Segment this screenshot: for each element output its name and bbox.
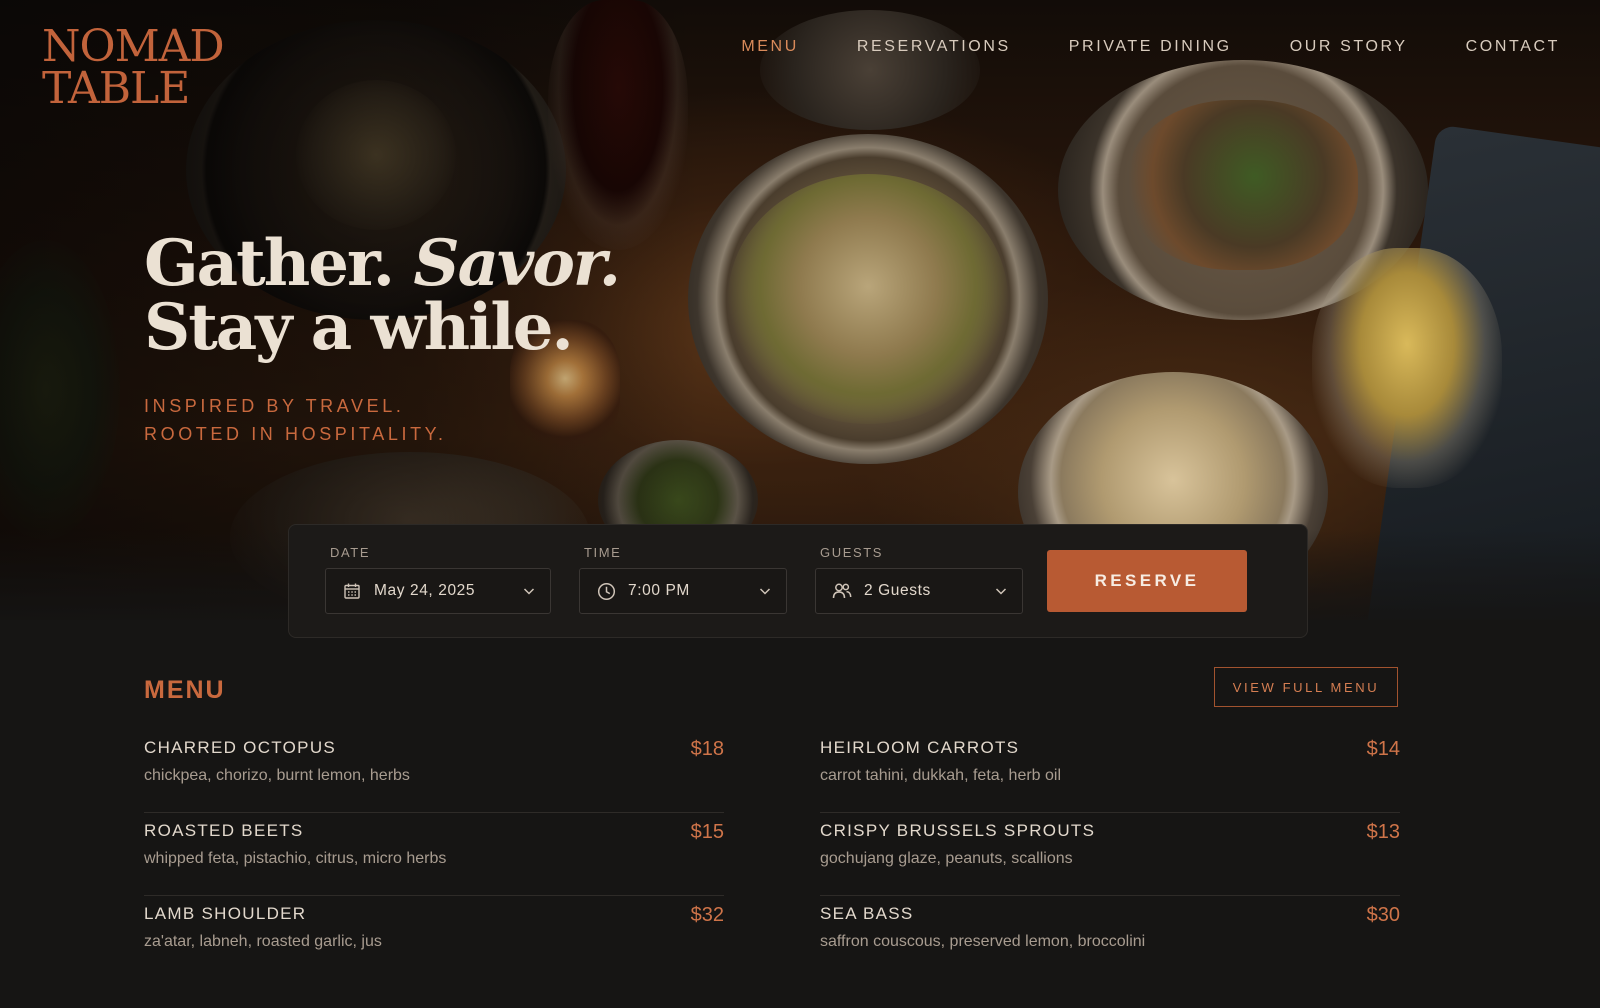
menu-item-description: za'atar, labneh, roasted garlic, jus [144, 933, 382, 950]
view-full-menu-button[interactable]: VIEW FULL MENU [1214, 667, 1398, 707]
main-nav: MENU RESERVATIONS PRIVATE DINING OUR STO… [741, 38, 1560, 56]
menu-item-price: $14 [1366, 738, 1400, 760]
menu-item-price: $30 [1366, 904, 1400, 926]
menu-column-left: CHARRED OCTOPUS chickpea, chorizo, burnt… [144, 730, 724, 979]
date-label: DATE [330, 545, 371, 560]
brand-line2: TABLE [42, 63, 190, 114]
menu-item-name: HEIRLOOM CARROTS [820, 738, 1020, 757]
guests-label: GUESTS [820, 545, 884, 560]
menu-item-name: LAMB SHOULDER [144, 904, 307, 923]
menu-item: SEA BASS saffron couscous, preserved lem… [820, 896, 1400, 979]
headline-line2: Stay a while. [144, 290, 574, 365]
menu-item: ROASTED BEETS whipped feta, pistachio, c… [144, 813, 724, 896]
guests-field: GUESTS 2 Guests [815, 545, 1023, 614]
menu-item: CHARRED OCTOPUS chickpea, chorizo, burnt… [144, 730, 724, 813]
tagline-line1: INSPIRED BY TRAVEL. [144, 396, 405, 416]
time-label: TIME [584, 545, 622, 560]
menu-item-price: $32 [690, 904, 724, 926]
brand-line1: NOMAD [42, 21, 225, 72]
menu-item-description: chickpea, chorizo, burnt lemon, herbs [144, 767, 410, 784]
menu-item-description: whipped feta, pistachio, citrus, micro h… [144, 850, 447, 867]
clock-icon [596, 581, 616, 601]
calendar-icon [342, 581, 362, 601]
menu-item-price: $15 [690, 821, 724, 843]
nav-item-reservations[interactable]: RESERVATIONS [857, 38, 1011, 56]
menu-item-description: saffron couscous, preserved lemon, brocc… [820, 933, 1146, 950]
chevron-down-icon [995, 588, 1007, 595]
nav-item-menu[interactable]: MENU [741, 38, 799, 56]
menu-column-right: HEIRLOOM CARROTS carrot tahini, dukkah, … [820, 730, 1400, 979]
time-field: TIME 7:00 PM [579, 545, 787, 614]
plate-image [688, 134, 1048, 464]
white-wine-glass-image [1312, 248, 1502, 488]
guests-select[interactable]: 2 Guests [815, 568, 1023, 614]
brand-logo[interactable]: NOMAD TABLE [42, 21, 225, 114]
plate-image [760, 10, 980, 130]
guests-value: 2 Guests [864, 582, 931, 599]
menu-item-name: SEA BASS [820, 904, 914, 923]
menu-item-price: $18 [690, 738, 724, 760]
tagline-line2: ROOTED IN HOSPITALITY. [144, 424, 447, 444]
time-select[interactable]: 7:00 PM [579, 568, 787, 614]
menu-item-price: $13 [1366, 821, 1400, 843]
time-value: 7:00 PM [628, 582, 690, 599]
menu-item-description: carrot tahini, dukkah, feta, herb oil [820, 767, 1062, 784]
nav-item-private-dining[interactable]: PRIVATE DINING [1069, 38, 1232, 56]
menu-item: HEIRLOOM CARROTS carrot tahini, dukkah, … [820, 730, 1400, 813]
menu-item-name: ROASTED BEETS [144, 821, 304, 840]
hero-headline: Gather. Savor. Stay a while. [144, 232, 621, 360]
menu-item-description: gochujang glaze, peanuts, scallions [820, 850, 1073, 867]
date-field: DATE May 24, 2025 [325, 545, 551, 614]
chevron-down-icon [759, 588, 771, 595]
menu-section-title: MENU [144, 676, 226, 704]
guests-icon [832, 581, 852, 601]
date-value: May 24, 2025 [374, 582, 476, 599]
reservation-bar: DATE May 24, 2025 TIME 7:00 PM GUESTS 2 … [288, 524, 1308, 638]
menu-item-name: CHARRED OCTOPUS [144, 738, 337, 757]
chevron-down-icon [523, 588, 535, 595]
nav-item-our-story[interactable]: OUR STORY [1290, 38, 1408, 56]
reserve-button[interactable]: RESERVE [1047, 550, 1247, 612]
nav-item-contact[interactable]: CONTACT [1466, 38, 1560, 56]
menu-item-name: CRISPY BRUSSELS SPROUTS [820, 821, 1096, 840]
menu-item: CRISPY BRUSSELS SPROUTS gochujang glaze,… [820, 813, 1400, 896]
hero-tagline: INSPIRED BY TRAVEL. ROOTED IN HOSPITALIT… [144, 392, 447, 448]
menu-item: LAMB SHOULDER za'atar, labneh, roasted g… [144, 896, 724, 979]
date-select[interactable]: May 24, 2025 [325, 568, 551, 614]
